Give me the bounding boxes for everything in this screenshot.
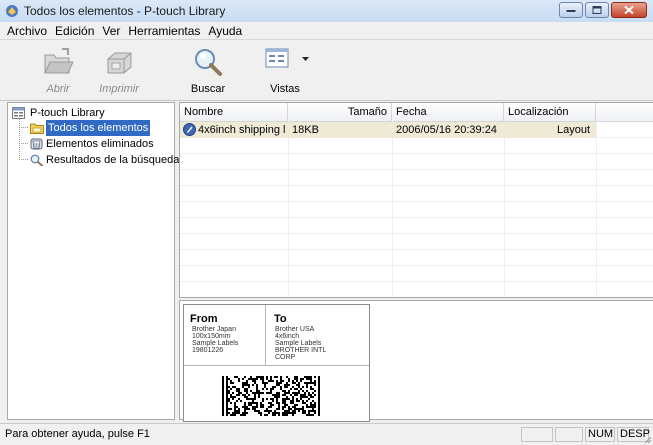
to-line: BROTHER INTL [275, 347, 327, 354]
table-row[interactable]: 4x6inch shipping l... 18KB 2006/05/16 20… [180, 122, 596, 138]
tree-root[interactable]: P-touch Library [8, 105, 174, 121]
open-button[interactable]: Abrir [28, 45, 88, 97]
column-date[interactable]: Fecha [392, 103, 504, 121]
search-label: Buscar [190, 83, 226, 95]
from-line: Brother Japan [192, 326, 236, 333]
printer-icon [107, 52, 132, 74]
to-line: Sample Labels [275, 340, 322, 347]
resize-grip-icon[interactable] [642, 434, 652, 444]
cell-date: 2006/05/16 20:39:24 [396, 124, 497, 136]
status-bar: Para obtener ayuda, pulse F1 NUM DESP [0, 423, 653, 445]
column-name[interactable]: Nombre [180, 103, 288, 121]
column-location[interactable]: Localización [504, 103, 596, 121]
file-list: Nombre Tamaño Fecha Localización 4x6inch… [179, 102, 653, 298]
preview-pane: From Brother Japan 100x150mm Sample Labe… [179, 300, 653, 422]
to-line: 4x6inch [275, 333, 300, 340]
from-line: Sample Labels [192, 340, 239, 347]
views-icon [265, 48, 289, 68]
tree-root-label: P-touch Library [30, 107, 105, 119]
print-button[interactable]: Imprimir [89, 45, 149, 97]
search-icon [195, 49, 222, 76]
from-line: 19801226 [192, 347, 224, 354]
menu-edicion[interactable]: Edición [51, 22, 98, 40]
menu-ayuda[interactable]: Ayuda [204, 22, 246, 40]
from-title: From [190, 313, 218, 325]
folder-icon [30, 123, 44, 134]
views-button[interactable]: Vistas [255, 45, 315, 97]
barcode-image [222, 376, 320, 416]
tree-item-deleted[interactable]: Elementos eliminados [8, 136, 174, 152]
tree-item-search-results-label: Resultados de la búsqueda [46, 154, 180, 166]
menu-bar: Archivo Edición Ver Herramientas Ayuda [0, 22, 653, 40]
tree-item-deleted-label: Elementos eliminados [46, 138, 154, 150]
to-title: To [274, 313, 287, 325]
close-icon [624, 5, 634, 15]
maximize-button[interactable] [585, 2, 609, 18]
to-line: CORP [275, 354, 296, 361]
close-button[interactable] [611, 2, 647, 18]
toolbar: Abrir Imprimir Buscar Vistas [0, 41, 653, 101]
tree-item-all-label: Todos los elementos [46, 120, 151, 136]
minimize-icon [566, 10, 576, 12]
status-cell-empty [521, 427, 553, 442]
maximize-icon [592, 6, 602, 14]
cell-name: 4x6inch shipping l... [198, 124, 286, 136]
label-preview[interactable]: From Brother Japan 100x150mm Sample Labe… [183, 304, 370, 422]
status-num: NUM [585, 427, 615, 442]
column-size[interactable]: Tamaño [288, 103, 392, 121]
tree-item-search-results[interactable]: Resultados de la búsqueda [8, 152, 179, 168]
menu-herramientas[interactable]: Herramientas [124, 22, 204, 40]
from-line: 100x150mm [192, 333, 231, 340]
to-line: Brother USA [275, 326, 315, 333]
list-header: Nombre Tamaño Fecha Localización [180, 103, 653, 122]
cell-size: 18KB [292, 124, 319, 136]
open-folder-icon [44, 48, 74, 74]
window-title: Todos los elementos - P-touch Library [24, 4, 226, 18]
trash-icon [30, 138, 43, 150]
status-help-text: Para obtener ayuda, pulse F1 [5, 428, 150, 440]
search-button[interactable]: Buscar [178, 45, 238, 97]
title-bar[interactable]: Todos los elementos - P-touch Library [0, 0, 653, 23]
status-cell-empty [555, 427, 583, 442]
cell-location: Layout [556, 124, 590, 136]
app-logo-icon [6, 5, 18, 17]
menu-ver[interactable]: Ver [98, 22, 124, 40]
open-label: Abrir [46, 83, 70, 95]
menu-archivo[interactable]: Archivo [3, 22, 51, 40]
search-results-icon [30, 154, 43, 166]
label-file-icon [183, 123, 196, 136]
library-icon [12, 107, 25, 119]
tree-item-all[interactable]: Todos los elementos [8, 120, 174, 136]
minimize-button[interactable] [559, 2, 583, 18]
chevron-down-icon[interactable] [302, 57, 309, 61]
app-window: Todos los elementos - P-touch Library Ar… [0, 0, 653, 445]
views-label: Vistas [270, 83, 300, 95]
print-label: Imprimir [99, 83, 139, 95]
folder-tree: P-touch Library Todos los elementos Elem… [7, 102, 179, 420]
